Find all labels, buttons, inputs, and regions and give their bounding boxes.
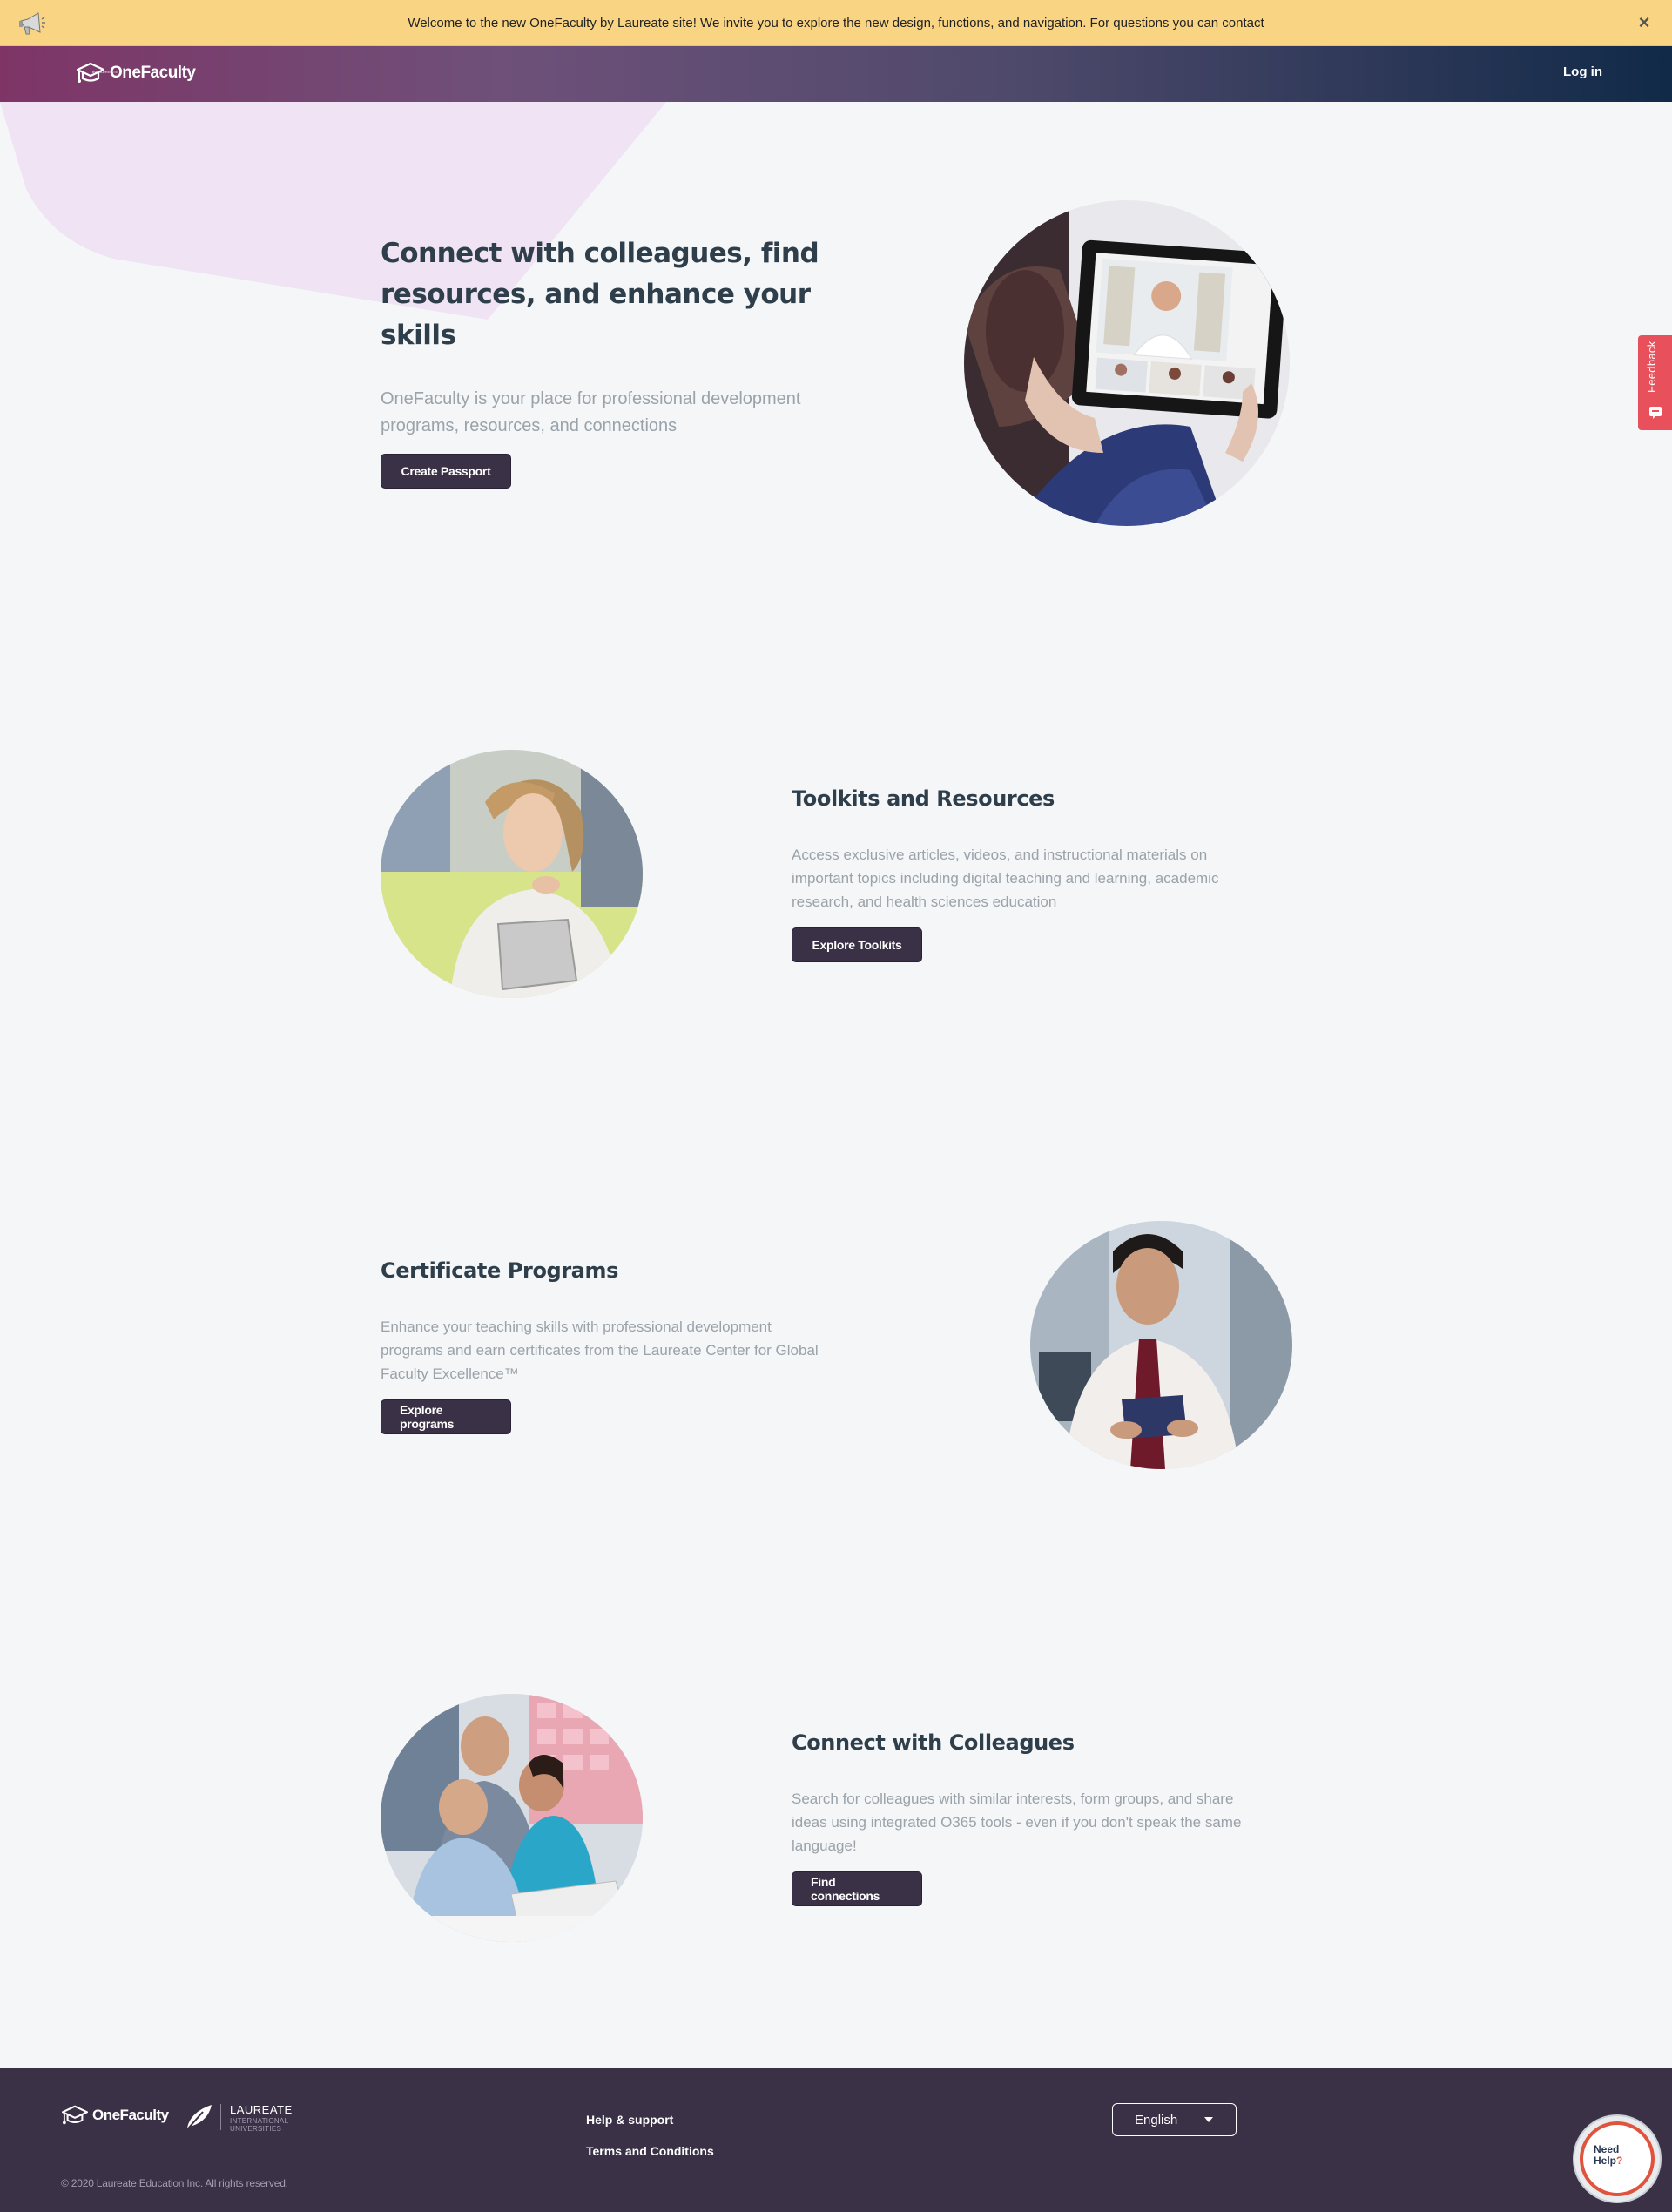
- connect-colleagues-image: [381, 1694, 643, 1942]
- need-help-line1: Need: [1594, 2143, 1620, 2155]
- help-support-link[interactable]: Help & support: [586, 2113, 673, 2127]
- chevron-down-icon: [1204, 2117, 1213, 2122]
- certificate-programs-description: Enhance your teaching skills with profes…: [381, 1318, 819, 1382]
- laureate-name: LAUREATE: [230, 2103, 293, 2116]
- logo-subtitle: by LAUREATE: [92, 70, 118, 74]
- graduation-cap-icon: [61, 2105, 89, 2125]
- hero-video-call-image: [964, 200, 1290, 526]
- feedback-tab[interactable]: Feedback: [1638, 335, 1672, 430]
- explore-programs-button[interactable]: Explore programs: [381, 1399, 511, 1434]
- connect-colleagues-title: Connect with Colleagues: [792, 1730, 1075, 1755]
- need-help-button[interactable]: Need Help?: [1573, 2114, 1662, 2203]
- footer-logo-divider: [220, 2104, 221, 2130]
- chat-icon: [1649, 407, 1662, 419]
- logo-text: OneFaculty: [110, 64, 196, 82]
- laureate-leaf-icon: [187, 2105, 212, 2128]
- copyright-text: © 2020 Laureate Education Inc. All right…: [61, 2177, 288, 2189]
- need-help-line2: Help: [1594, 2155, 1617, 2167]
- top-navigation-bar: OneFaculty by LAUREATE Log in: [0, 46, 1672, 102]
- toolkits-title: Toolkits and Resources: [792, 786, 1055, 811]
- toolkits-description: Access exclusive articles, videos, and i…: [792, 846, 1219, 910]
- toolkits-image: [381, 750, 643, 998]
- certificate-programs-title: Certificate Programs: [381, 1258, 619, 1283]
- create-passport-button[interactable]: Create Passport: [381, 454, 511, 489]
- terms-conditions-link[interactable]: Terms and Conditions: [586, 2144, 714, 2158]
- language-select[interactable]: English: [1112, 2103, 1237, 2136]
- find-connections-button[interactable]: Find connections: [792, 1871, 922, 1906]
- language-value: English: [1135, 2113, 1178, 2128]
- certificate-programs-image: [1030, 1221, 1292, 1469]
- banner-message: Welcome to the new OneFaculty by Laureat…: [408, 15, 1264, 30]
- question-mark-icon: ?: [1616, 2155, 1623, 2167]
- announcement-banner: Welcome to the new OneFaculty by Laureat…: [0, 0, 1672, 46]
- need-help-label: Need Help?: [1594, 2144, 1622, 2167]
- feedback-label: Feedback: [1645, 341, 1658, 394]
- site-footer: OneFaculty LAUREATE INTERNATIONAL UNIVER…: [0, 2068, 1672, 2212]
- login-link[interactable]: Log in: [1563, 64, 1602, 79]
- footer-logo-text: OneFaculty: [92, 2107, 169, 2123]
- footer-onefaculty-logo[interactable]: OneFaculty: [59, 2103, 169, 2128]
- megaphone-icon: [19, 12, 45, 35]
- explore-toolkits-button[interactable]: Explore Toolkits: [792, 927, 922, 962]
- close-icon[interactable]: ×: [1632, 10, 1656, 35]
- hero-title: Connect with colleagues, find resources,…: [381, 238, 819, 351]
- connect-colleagues-description: Search for colleagues with similar inter…: [792, 1791, 1242, 1854]
- laureate-subtitle: INTERNATIONAL UNIVERSITIES: [230, 2117, 289, 2133]
- hero-description: OneFaculty is your place for professiona…: [381, 389, 801, 435]
